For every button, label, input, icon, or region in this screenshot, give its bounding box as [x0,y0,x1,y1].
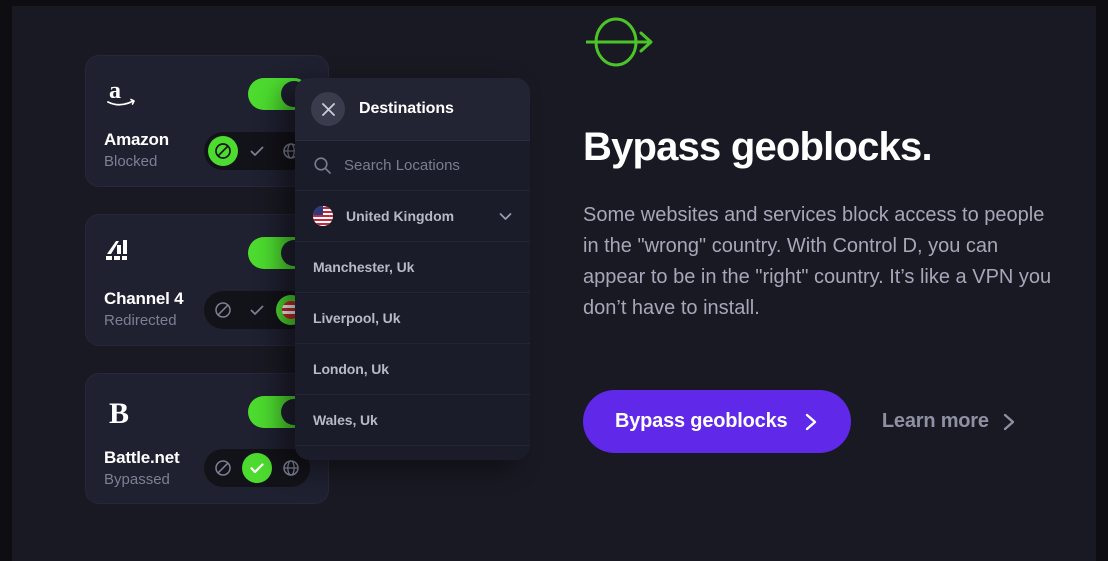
country-name: United Kingdom [346,208,455,224]
card-footer: Channel 4 Redirected [104,288,310,331]
hero-description: Some websites and services block access … [583,204,1052,319]
list-item[interactable]: Liverpool, Uk [295,293,530,344]
us-flag-icon [313,206,333,226]
learn-more-link[interactable]: Learn more [882,410,1017,433]
card-header: a [104,72,310,116]
list-item[interactable]: Wales, Uk [295,395,530,446]
battle-net-logo: B [104,392,142,432]
page-frame: a Amazon Blocked Channel 4 Redirected B … [12,6,1096,561]
search-icon [313,156,332,175]
list-item[interactable]: Manchester, Uk [295,242,530,293]
service-status: Redirected [104,312,177,329]
card-text: Channel 4 Redirected [104,288,184,331]
chevron-right-icon [803,411,819,433]
card-footer: Battle.net Bypassed [104,447,310,490]
service-name: Channel 4 [104,288,184,308]
block-icon[interactable] [208,295,238,325]
control-d-arrow-logo [583,16,1083,73]
page-title: Bypass geoblocks. [583,125,933,169]
service-status: Blocked [104,153,158,171]
service-name: Battle.net [104,447,180,467]
chevron-down-icon[interactable] [497,208,514,225]
country-selector[interactable]: United Kingdom [295,191,530,242]
destinations-header: Destinations [295,78,530,141]
cta-label: Bypass geoblocks [615,410,788,432]
service-card-battle-net[interactable]: B Battle.net Bypassed [85,372,329,505]
search-row[interactable]: Search Locations [295,141,530,191]
block-icon[interactable] [208,453,238,483]
check-icon[interactable] [242,136,272,166]
service-name: Amazon [104,130,169,149]
svg-text:B: B [109,397,129,429]
close-icon[interactable] [311,92,345,126]
check-icon[interactable] [242,295,272,325]
action-group [204,449,310,488]
card-text: Battle.net Bypassed [104,447,180,490]
destinations-panel: Destinations Search Locations United Kin… [295,78,530,460]
list-item[interactable]: London, Uk [295,344,530,395]
card-header [104,231,310,275]
card-text: Amazon Blocked [104,129,169,172]
service-card-amazon[interactable]: a Amazon Blocked [85,55,329,187]
bypass-geoblocks-button[interactable]: Bypass geoblocks [583,390,852,453]
channel-4-logo [104,233,142,273]
service-status: Bypassed [104,470,170,488]
card-header: B [104,390,310,434]
learn-more-label: Learn more [881,410,989,432]
list-end-spacer [295,446,530,460]
block-icon[interactable] [208,135,238,166]
check-icon[interactable] [242,453,272,484]
chevron-right-icon [1001,411,1017,433]
amazon-logo: a [104,74,142,114]
service-card-channel-4[interactable]: Channel 4 Redirected [85,213,329,346]
svg-text:a: a [109,78,121,104]
search-input[interactable]: Search Locations [344,157,460,174]
card-footer: Amazon Blocked [104,129,310,172]
hero-section: Bypass geoblocks. Some websites and serv… [583,16,1083,453]
panel-title: Destinations [359,100,454,117]
